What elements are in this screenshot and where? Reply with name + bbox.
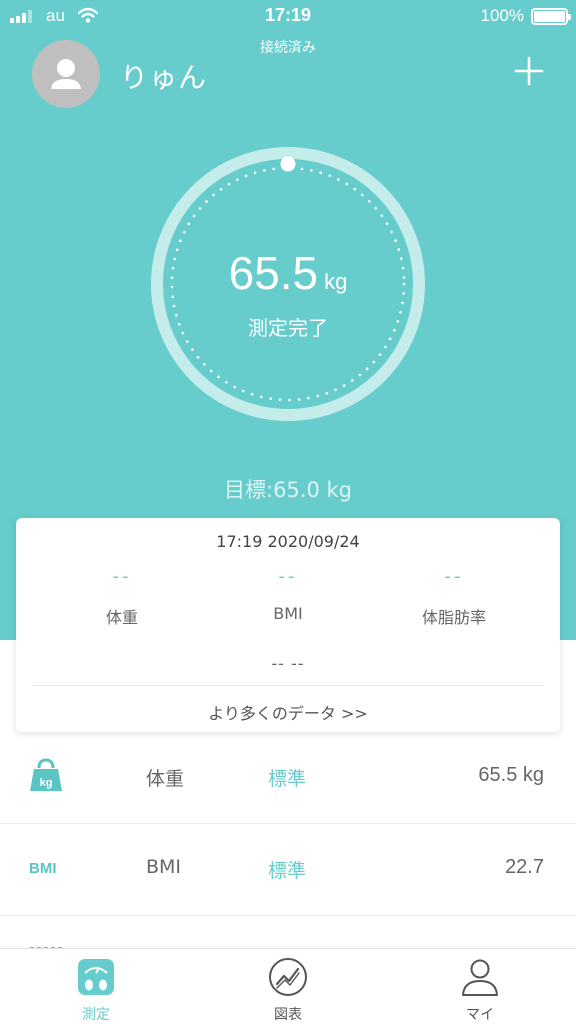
- status-bar: au 17:19 100%: [0, 0, 576, 32]
- summary-body-fat-label: 体脂肪率: [421, 608, 486, 627]
- metric-row-weight[interactable]: kg 体重 標準 65.5 kg: [0, 732, 576, 824]
- summary-body-fat-value: --: [444, 566, 464, 587]
- weight-readout: 65.5 kg: [0, 246, 576, 300]
- summary-body-fat: -- 体脂肪率: [364, 566, 544, 628]
- metric-name-bmi: BMI: [146, 856, 182, 878]
- tab-bar: 測定 図表 マイ: [0, 948, 576, 1024]
- battery-icon: [531, 8, 571, 25]
- kg-weight-icon-text: kg: [40, 777, 53, 789]
- scale-icon: [78, 959, 114, 995]
- secondary-value: -- --: [271, 654, 305, 673]
- metric-level-bmi: 標準: [268, 860, 307, 882]
- card-divider: [32, 685, 544, 686]
- battery-percentage: 100%: [480, 6, 524, 25]
- summary-card: 17:19 2020/09/24 -- 体重 -- BMI -- 体脂肪率 --…: [16, 518, 560, 732]
- summary-bmi-value: --: [278, 566, 298, 587]
- metric-value-weight: 65.5 kg: [478, 764, 544, 786]
- weight-value: 65.5: [228, 247, 319, 299]
- summary-weight-label: 体重: [105, 608, 138, 627]
- tab-charts[interactable]: 図表: [192, 949, 384, 1024]
- tab-measure[interactable]: 測定: [0, 949, 192, 1024]
- summary-weight-value: --: [112, 566, 132, 587]
- metric-row-bmi[interactable]: BMI BMI 標準 22.7: [0, 824, 576, 916]
- summary-bmi-label: BMI: [273, 604, 303, 623]
- summary-bmi: -- BMI: [198, 566, 378, 623]
- bmi-icon: BMI: [29, 860, 57, 877]
- chart-circle-icon: [269, 958, 307, 996]
- weight-unit: kg: [324, 269, 348, 294]
- gauge-indicator-dot: [280, 156, 296, 172]
- person-icon: [462, 959, 498, 996]
- measurement-datetime: 17:19 2020/09/24: [216, 532, 360, 551]
- person-silhouette-icon: [51, 59, 81, 89]
- more-data-link[interactable]: より多くのデータ >>: [16, 700, 560, 724]
- username[interactable]: りゅん: [120, 56, 207, 96]
- plus-icon[interactable]: [512, 54, 546, 88]
- tab-measure-label: 測定: [82, 1007, 110, 1023]
- avatar[interactable]: [32, 40, 100, 108]
- target-weight[interactable]: 目標:65.0 kg: [0, 474, 576, 504]
- metric-level-weight: 標準: [268, 768, 307, 790]
- metric-value-bmi: 22.7: [505, 856, 544, 878]
- tab-my-label: マイ: [466, 1007, 494, 1023]
- kg-weight-icon: kg: [30, 758, 62, 791]
- summary-weight: -- 体重: [32, 566, 212, 628]
- tab-my[interactable]: マイ: [384, 949, 576, 1024]
- tab-charts-label: 図表: [274, 1007, 302, 1023]
- metric-name-weight: 体重: [146, 768, 185, 790]
- measurement-status: 測定完了: [248, 316, 328, 340]
